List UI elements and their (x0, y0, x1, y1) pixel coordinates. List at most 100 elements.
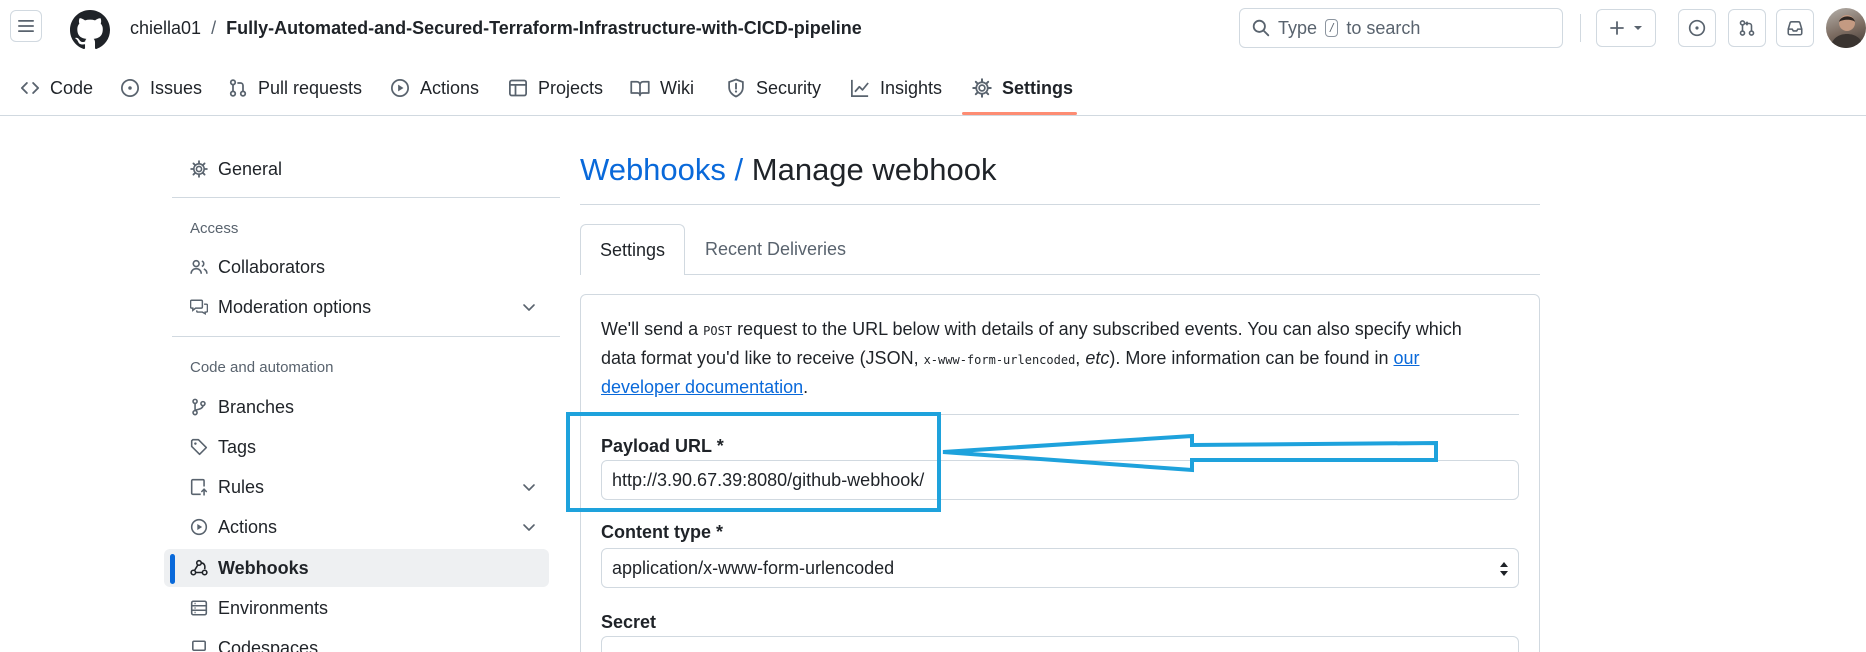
webhook-intro-text: We'll send a POST request to the URL bel… (601, 316, 1481, 401)
inbox-button[interactable] (1776, 9, 1814, 47)
secret-input[interactable] (601, 636, 1519, 652)
sidebar-divider (172, 336, 560, 337)
intro-code-post: POST (703, 324, 733, 338)
issues-button[interactable] (1678, 9, 1716, 47)
intro-text: ). More information can be found in (1109, 348, 1394, 368)
page-title: Webhooks / Manage webhook (580, 152, 997, 188)
tab-projects[interactable]: Projects (508, 66, 603, 116)
sidebar-item-label: Environments (218, 597, 329, 618)
github-logo[interactable] (70, 10, 110, 50)
code-icon (20, 82, 40, 94)
sidebar-item-webhooks[interactable]: Webhooks (164, 549, 549, 587)
pull-request-icon (1739, 20, 1755, 36)
tab-issues[interactable]: Issues (120, 66, 202, 116)
tabnav-border (580, 274, 1540, 275)
gear-icon (190, 160, 208, 178)
active-tab-indicator (962, 112, 1077, 115)
tab-pull-requests-label: Pull requests (258, 78, 363, 98)
content-type-value: application/x-www-form-urlencoded (612, 557, 895, 578)
repo-push-icon (190, 478, 208, 496)
chevron-down-icon (523, 484, 535, 491)
tab-insights[interactable]: Insights (850, 66, 942, 116)
search-shortcut-key: / (1325, 19, 1339, 37)
header-divider (1580, 14, 1581, 42)
sidebar-item-label: Branches (218, 396, 295, 417)
codespaces-icon (192, 640, 206, 652)
user-avatar[interactable] (1826, 8, 1866, 48)
tab-pull-requests[interactable]: Pull requests (228, 66, 362, 116)
search-input[interactable]: Type / to search (1239, 8, 1563, 48)
global-header: chiella01 / Fully-Automated-and-Secured-… (0, 0, 1866, 56)
breadcrumb-separator: / (211, 18, 217, 38)
tab-wiki[interactable]: Wiki (630, 66, 694, 116)
sidebar-heading-access: Access (190, 220, 239, 237)
branch-icon (192, 398, 206, 416)
pull-requests-button[interactable] (1728, 9, 1766, 47)
secret-label: Secret (601, 612, 657, 632)
tab-actions-label: Actions (420, 78, 480, 98)
tab-webhook-settings[interactable]: Settings (580, 224, 685, 275)
sidebar-item-rules[interactable]: Rules (164, 468, 549, 506)
tab-issues-label: Issues (150, 78, 203, 98)
inbox-icon (1787, 21, 1803, 36)
tab-code[interactable]: Code (20, 66, 93, 116)
issue-icon (1688, 19, 1706, 37)
sidebar-item-branches[interactable]: Branches (164, 388, 549, 426)
intro-text: , (1075, 348, 1086, 368)
sidebar-divider (172, 197, 560, 198)
sidebar-item-environments[interactable]: Environments (164, 589, 549, 627)
tab-actions[interactable]: Actions (390, 66, 479, 116)
sidebar-item-codespaces[interactable]: Codespaces (164, 629, 549, 652)
sidebar-item-moderation[interactable]: Moderation options (164, 288, 549, 326)
intro-text: . (803, 377, 809, 397)
repo-owner-link[interactable]: chiella01 (130, 18, 201, 39)
gear-icon (972, 78, 992, 98)
tab-security-label: Security (756, 78, 822, 98)
repo-breadcrumb: chiella01 / Fully-Automated-and-Secured-… (130, 18, 862, 39)
play-icon (391, 79, 409, 97)
content-type-select[interactable]: application/x-www-form-urlencoded (601, 548, 1519, 588)
hamburger-menu-button[interactable] (10, 10, 42, 42)
graph-icon (851, 79, 869, 97)
tab-recent-deliveries[interactable]: Recent Deliveries (705, 239, 846, 260)
content-type-label: Content type * (601, 522, 724, 542)
play-icon (190, 518, 208, 536)
comment-discussion-icon (190, 299, 208, 316)
tab-security[interactable]: Security (726, 66, 821, 116)
tab-insights-label: Insights (880, 78, 943, 98)
repo-name-link[interactable]: Fully-Automated-and-Secured-Terraform-In… (226, 18, 862, 39)
pull-request-icon (229, 79, 247, 97)
tab-settings[interactable]: Settings (972, 66, 1073, 116)
sidebar-item-label: Moderation options (218, 296, 372, 317)
sidebar-item-label: Rules (218, 476, 265, 497)
sidebar-item-label: Webhooks (218, 557, 309, 578)
intro-etc: etc (1085, 348, 1110, 368)
chevron-down-icon (523, 304, 535, 311)
search-placeholder-suffix: to search (1346, 17, 1421, 38)
hamburger-icon (18, 20, 34, 32)
tab-wiki-label: Wiki (660, 78, 694, 98)
sidebar-item-general[interactable]: General (164, 150, 549, 188)
sidebar-item-collaborators[interactable]: Collaborators (164, 248, 549, 286)
webhooks-breadcrumb-link[interactable]: Webhooks / (580, 152, 743, 187)
create-new-button[interactable] (1596, 9, 1656, 47)
sidebar-item-actions[interactable]: Actions (164, 508, 549, 546)
chevron-down-icon (1634, 26, 1642, 30)
book-icon (630, 80, 650, 97)
shield-icon (728, 78, 744, 98)
sidebar-item-label: Codespaces (218, 637, 319, 652)
server-icon (190, 600, 208, 616)
annotation-highlight-box (566, 412, 941, 512)
sidebar-item-label: Collaborators (218, 256, 326, 277)
tab-settings-label: Settings (1002, 78, 1074, 98)
page-title-text: Manage webhook (751, 152, 997, 187)
people-icon (190, 259, 208, 274)
select-arrows-icon (1500, 562, 1508, 576)
search-placeholder-prefix: Type (1278, 17, 1318, 38)
issue-icon (121, 79, 139, 97)
tab-code-label: Code (50, 78, 94, 98)
intro-code-form: x-www-form-urlencoded (923, 353, 1076, 367)
sidebar-item-tags[interactable]: Tags (164, 428, 549, 466)
sidebar-selected-indicator (170, 554, 175, 584)
chevron-down-icon (523, 524, 535, 531)
